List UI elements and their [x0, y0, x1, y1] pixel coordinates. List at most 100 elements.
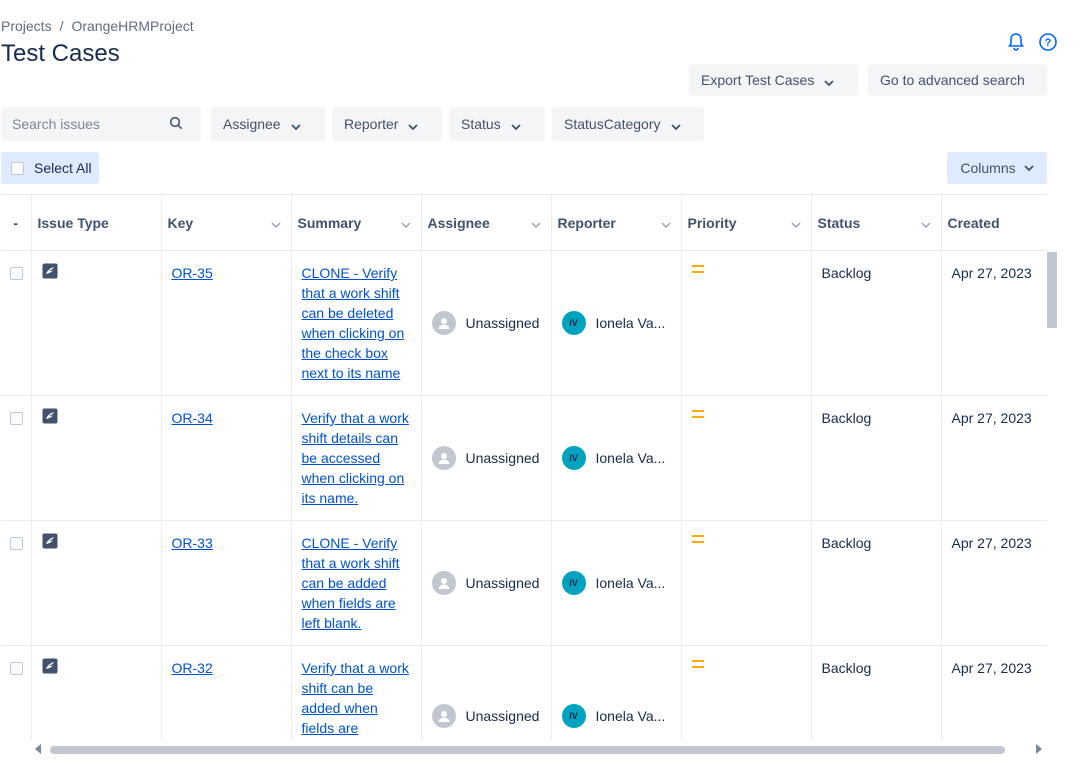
table-row[interactable]: OR-33 CLONE - Verify that a work shift c…: [1, 520, 1047, 646]
sort-chevron-icon[interactable]: [271, 217, 281, 228]
bell-icon[interactable]: [1006, 32, 1026, 52]
avatar: IV: [561, 704, 586, 728]
column-header-summary[interactable]: Summary: [291, 194, 422, 251]
sort-chevron-icon[interactable]: [531, 217, 541, 228]
column-header-label: Reporter: [557, 214, 616, 231]
table-row[interactable]: OR-35 CLONE - Verify that a work shift c…: [1, 250, 1047, 396]
horizontal-scrollbar[interactable]: [50, 746, 1005, 754]
issue-summary-link[interactable]: Verify that a work shift details can be …: [302, 410, 409, 506]
top-icons: ?: [1006, 32, 1058, 52]
chevron-down-icon: [1023, 160, 1034, 176]
reporter-filter-label: Reporter: [344, 116, 399, 132]
help-icon[interactable]: ?: [1038, 32, 1058, 52]
issue-summary-link[interactable]: CLONE - Verify that a work shift can be …: [302, 265, 405, 381]
advanced-search-button[interactable]: Go to advanced search: [868, 64, 1047, 96]
column-header-issue-type[interactable]: Issue Type: [31, 194, 162, 251]
issue-key-link[interactable]: OR-32: [172, 660, 213, 676]
sort-chevron-icon[interactable]: [791, 217, 801, 228]
breadcrumb-project-link[interactable]: OrangeHRMProject: [71, 18, 193, 34]
test-case-icon: [42, 533, 58, 549]
status-cell: Backlog: [821, 265, 872, 281]
avatar: IV: [561, 446, 586, 470]
advanced-search-label: Go to advanced search: [880, 72, 1025, 88]
columns-button-label: Columns: [960, 160, 1016, 176]
issue-key-link[interactable]: OR-34: [172, 410, 213, 426]
status-cell: Backlog: [821, 410, 872, 426]
columns-button[interactable]: Columns: [947, 152, 1047, 184]
avatar: [431, 311, 456, 335]
column-header-key[interactable]: Key: [161, 194, 292, 251]
breadcrumb-projects-link[interactable]: Projects: [1, 18, 52, 34]
chevron-down-icon: [290, 119, 301, 131]
priority-medium-icon: [691, 408, 704, 418]
status-filter-label: Status: [461, 116, 501, 132]
table-header-row: - Issue Type Key Summary Assignee Report…: [1, 194, 1047, 251]
chevron-down-icon: [670, 119, 681, 131]
select-all-button[interactable]: Select All: [1, 152, 99, 184]
reporter-cell[interactable]: IV Ionela Va...: [552, 704, 681, 728]
chevron-down-icon: [824, 75, 834, 87]
priority-medium-icon: [691, 533, 704, 543]
assignee-name: Unassigned: [465, 450, 540, 466]
sort-chevron-icon[interactable]: [921, 217, 931, 228]
row-checkbox[interactable]: [10, 412, 23, 425]
issue-type-cell: [32, 251, 161, 296]
select-all-checkbox[interactable]: [11, 161, 24, 175]
vertical-scrollbar[interactable]: [1047, 252, 1057, 328]
column-header-label: Priority: [687, 214, 737, 231]
avatar: [431, 704, 456, 728]
assignee-filter[interactable]: Assignee: [211, 107, 325, 141]
search-input[interactable]: [1, 115, 161, 133]
sort-chevron-icon[interactable]: [661, 217, 671, 228]
column-header-priority[interactable]: Priority: [681, 194, 812, 251]
export-button-label: Export Test Cases: [701, 72, 815, 88]
column-header-status[interactable]: Status: [811, 194, 942, 251]
assignee-name: Unassigned: [465, 575, 540, 591]
row-checkbox[interactable]: [10, 267, 23, 280]
scroll-right-arrow-icon[interactable]: [1036, 744, 1042, 754]
reporter-cell[interactable]: IV Ionela Va...: [552, 446, 681, 470]
sort-chevron-icon[interactable]: [401, 217, 411, 228]
issue-key-link[interactable]: OR-33: [172, 535, 213, 551]
test-case-icon: [42, 658, 58, 674]
created-cell: Apr 27, 2023: [951, 660, 1032, 676]
issue-summary-link[interactable]: CLONE - Verify that a work shift can be …: [302, 535, 400, 631]
assignee-cell[interactable]: Unassigned: [422, 311, 551, 335]
reporter-name: Ionela Va...: [595, 575, 666, 591]
search-box: [1, 107, 201, 141]
status-category-filter-label: StatusCategory: [564, 116, 661, 132]
reporter-cell[interactable]: IV Ionela Va...: [552, 311, 681, 335]
row-checkbox[interactable]: [10, 537, 23, 550]
reporter-name: Ionela Va...: [595, 450, 666, 466]
assignee-cell[interactable]: Unassigned: [422, 571, 551, 595]
breadcrumb-separator: /: [59, 18, 64, 34]
avatar: [431, 571, 456, 595]
issue-key-link[interactable]: OR-35: [172, 265, 213, 281]
export-test-cases-button[interactable]: Export Test Cases: [689, 64, 858, 96]
assignee-cell[interactable]: Unassigned: [422, 446, 551, 470]
search-icon[interactable]: [169, 116, 183, 133]
column-header-label: Status: [817, 214, 861, 231]
column-header-label: Assignee: [427, 214, 490, 231]
assignee-cell[interactable]: Unassigned: [422, 704, 551, 728]
reporter-cell[interactable]: IV Ionela Va...: [552, 571, 681, 595]
assignee-name: Unassigned: [465, 708, 540, 724]
issue-type-cell: [32, 396, 161, 441]
select-all-label: Select All: [34, 160, 92, 176]
column-header-reporter[interactable]: Reporter: [551, 194, 682, 251]
row-checkbox[interactable]: [10, 662, 23, 675]
status-cell: Backlog: [821, 535, 872, 551]
status-filter[interactable]: Status: [449, 107, 545, 141]
table-row[interactable]: OR-32 Verify that a work shift can be ad…: [1, 645, 1047, 740]
column-header-select[interactable]: -: [1, 194, 32, 251]
column-header-created[interactable]: Created: [941, 194, 1047, 251]
created-cell: Apr 27, 2023: [951, 410, 1032, 426]
table-row[interactable]: OR-34 Verify that a work shift details c…: [1, 395, 1047, 521]
column-header-label: Created: [947, 214, 1000, 231]
issue-summary-link[interactable]: Verify that a work shift can be added wh…: [302, 660, 409, 740]
avatar: IV: [561, 311, 586, 335]
reporter-filter[interactable]: Reporter: [332, 107, 442, 141]
column-header-assignee[interactable]: Assignee: [421, 194, 552, 251]
scroll-left-arrow-icon[interactable]: [35, 744, 41, 754]
status-category-filter[interactable]: StatusCategory: [552, 107, 704, 141]
